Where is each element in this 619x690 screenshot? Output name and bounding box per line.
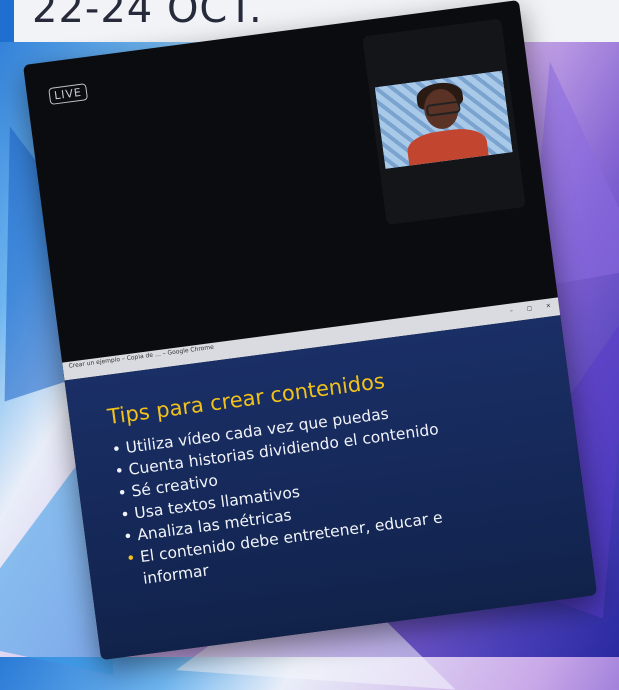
event-date: 22-24 OCT.: [32, 0, 263, 32]
webcam-panel: [362, 18, 526, 226]
live-badge: LIVE: [48, 83, 88, 105]
photographed-screen: LIVE Crear un ejemplo – Copia de … – Goo…: [22, 0, 598, 661]
presenter-video: [374, 70, 513, 169]
window-controls[interactable]: – ▢ ✕: [509, 301, 557, 316]
slide-bullet-list: Utiliza vídeo cada vez que puedas Cuenta…: [111, 396, 455, 591]
presenter-body: [405, 125, 491, 169]
